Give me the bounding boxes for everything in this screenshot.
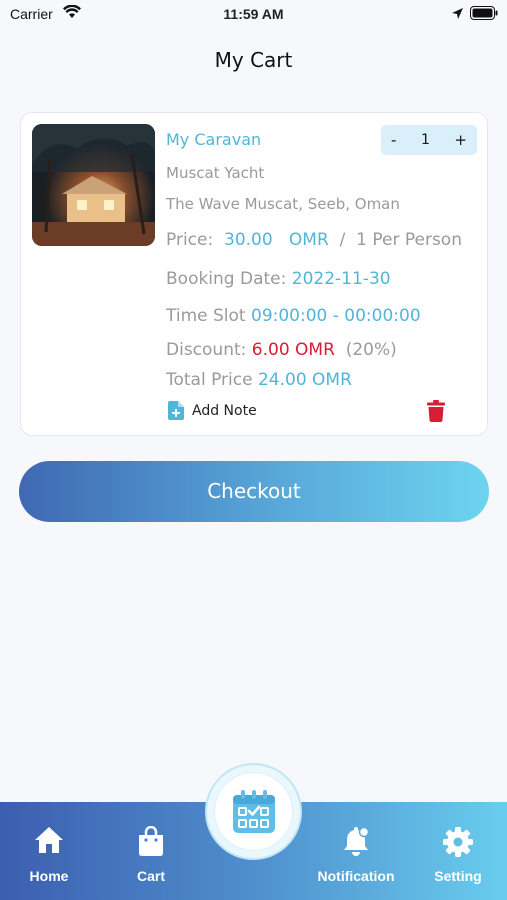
- nav-label-notification: Notification: [317, 868, 395, 884]
- discount-label: Discount:: [166, 340, 247, 360]
- booking-date-label: Booking Date:: [166, 269, 287, 289]
- checkout-button[interactable]: Checkout: [19, 461, 489, 522]
- nav-label-cart: Cart: [136, 868, 165, 884]
- nav-item-setting[interactable]: Setting: [418, 802, 498, 900]
- price-separator: /: [339, 230, 346, 250]
- total-price-label: Total Price: [166, 370, 253, 390]
- increase-quantity-button[interactable]: +: [454, 131, 467, 149]
- price-amount: 30.00: [224, 230, 273, 250]
- price-label: Price:: [166, 230, 214, 250]
- item-location: The Wave Muscat, Seeb, Oman: [166, 195, 400, 213]
- home-icon: [35, 827, 63, 853]
- nav-item-cart[interactable]: Cart: [111, 802, 191, 900]
- total-price-value: 24.00 OMR: [257, 370, 352, 390]
- clock: 11:59 AM: [223, 6, 284, 22]
- quantity-stepper: - 1 +: [381, 125, 477, 155]
- item-name[interactable]: My Caravan: [166, 130, 261, 149]
- booking-calendar-button[interactable]: [205, 763, 302, 860]
- add-note-label: Add Note: [192, 402, 257, 419]
- nav-label-setting: Setting: [434, 868, 482, 884]
- time-slot-row: Time Slot 09:00:00 - 00:00:00: [166, 306, 421, 326]
- decrease-quantity-button[interactable]: -: [391, 131, 396, 149]
- cart-item-card: My Caravan - 1 + Muscat Yacht The Wave M…: [20, 112, 488, 436]
- quantity-value: 1: [420, 132, 430, 148]
- discount-value: 6.00 OMR: [251, 340, 335, 360]
- item-thumbnail[interactable]: [32, 124, 155, 246]
- price-row: Price: 30.00 OMR / 1 Per Person: [166, 230, 462, 250]
- page-title: My Cart: [214, 48, 293, 72]
- price-currency: OMR: [288, 230, 329, 250]
- nav-item-notification[interactable]: Notification: [306, 802, 406, 900]
- booking-calendar-button-inner: [214, 772, 293, 851]
- gear-icon: [443, 827, 473, 857]
- discount-row: Discount: 6.00 OMR (20%): [166, 340, 397, 360]
- nav-item-home[interactable]: Home: [9, 802, 89, 900]
- bag-icon: [139, 826, 163, 856]
- booking-date-row: Booking Date: 2022-11-30: [166, 269, 391, 289]
- price-unit: 1 Per Person: [356, 230, 462, 250]
- add-note-icon: [168, 401, 184, 420]
- item-subtitle: Muscat Yacht: [166, 164, 265, 182]
- status-bar: Carrier 11:59 AM: [0, 0, 507, 30]
- booking-date-value: 2022-11-30: [291, 269, 391, 289]
- trash-icon[interactable]: [427, 400, 445, 422]
- caravan-photo-image: [32, 124, 155, 246]
- calendar-check-icon: [232, 789, 275, 833]
- time-slot-value: 09:00:00 - 00:00:00: [251, 306, 421, 326]
- time-slot-label: Time Slot: [166, 306, 246, 326]
- discount-percent: (20%): [345, 340, 397, 360]
- total-price-row: Total Price 24.00 OMR: [166, 370, 352, 390]
- bell-icon: [344, 826, 370, 856]
- location-arrow-icon: [452, 8, 463, 19]
- battery-icon: [470, 6, 498, 20]
- add-note-button[interactable]: Add Note: [168, 401, 257, 420]
- nav-label-home: Home: [29, 868, 69, 884]
